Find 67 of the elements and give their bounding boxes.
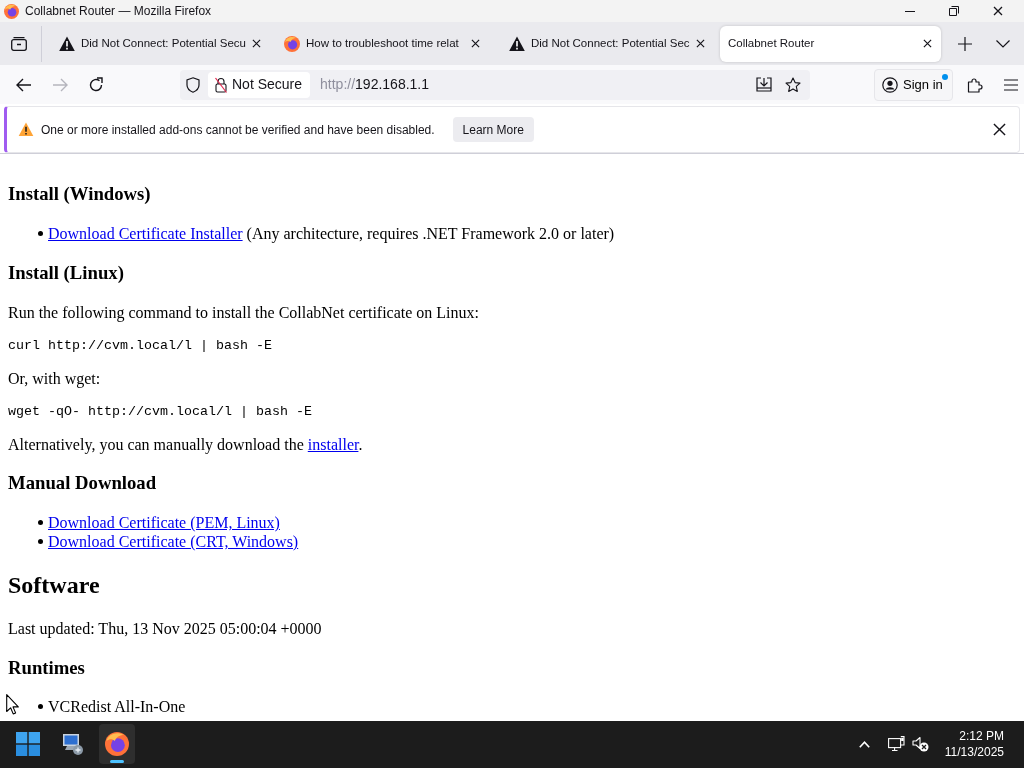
learn-more-button[interactable]: Learn More	[452, 117, 534, 143]
bullet-icon	[38, 704, 43, 710]
firefox-logo-icon	[284, 35, 300, 52]
restore-icon	[949, 6, 959, 16]
bullet-icon	[38, 231, 43, 237]
browser-tab[interactable]: Did Not Connect: Potential Secu	[49, 25, 264, 62]
download-link[interactable]: Download Certificate (CRT, Windows)	[48, 532, 299, 551]
notification-message: One or more installed add-ons cannot be verified and have been disabled.	[41, 121, 435, 139]
lock-slash-icon	[215, 76, 227, 93]
account-icon	[882, 76, 898, 93]
list-item-text: Download Certificate Installer (Any architecture, requires .NET Framework 2.0 or later)	[48, 224, 615, 244]
paragraph-text: Alternatively, you can manually download the installer.	[8, 434, 364, 454]
close-icon	[992, 123, 1006, 137]
chevron-up-icon	[859, 741, 871, 748]
section-heading: Manual Download	[8, 472, 158, 495]
address-bar[interactable]: Not Secure http://192.168.1.1	[180, 69, 810, 100]
network-monitor-icon	[888, 736, 906, 753]
firefox-logo-icon	[105, 732, 129, 757]
paragraph-text: Last updated: Thu, 13 Nov 2025 05:00:04 +0000	[8, 618, 323, 638]
close-icon	[922, 39, 932, 49]
minimize-icon	[905, 10, 915, 12]
chevron-down-icon	[996, 39, 1010, 48]
warning-icon	[509, 35, 525, 52]
close-icon	[252, 39, 262, 49]
mouse-pointer-icon	[6, 694, 19, 715]
paragraph-text: Or, with wget:	[8, 368, 102, 388]
active-indicator-icon	[110, 760, 124, 764]
clock-date: 11/13/2025	[944, 744, 1004, 761]
bullet-icon	[38, 539, 43, 544]
section-title: Software	[8, 570, 101, 599]
code-line: curl http://cvm.local/l | bash -E	[8, 337, 273, 353]
download-link[interactable]: Download Certificate Installer	[48, 225, 243, 243]
bullet-icon	[38, 520, 43, 525]
windows-logo-icon	[16, 732, 40, 757]
clock[interactable]: 2:12 PM 11/13/2025	[944, 728, 1004, 761]
star-icon	[785, 76, 801, 93]
shield-icon	[186, 76, 200, 93]
clock-time: 2:12 PM	[958, 728, 1004, 745]
close-icon	[993, 6, 1003, 16]
close-icon	[470, 39, 480, 49]
firefox-logo-icon	[4, 3, 19, 19]
speaker-muted-icon	[912, 736, 930, 753]
warning-icon	[59, 35, 75, 52]
download-link[interactable]: Download Certificate (PEM, Linux)	[48, 513, 280, 532]
computer-network-icon	[61, 732, 85, 757]
download-icon	[756, 77, 772, 93]
section-heading: Install (Linux)	[8, 261, 125, 284]
paragraph-text: Run the following command to install the CollabNet certificate on Linux:	[8, 302, 480, 322]
close-icon	[696, 39, 706, 49]
warning-icon	[18, 122, 34, 138]
taskbar-app-button[interactable]	[99, 724, 135, 765]
not-secure-button[interactable]: Not Secure	[208, 71, 311, 98]
section-heading: Runtimes	[8, 656, 86, 679]
code-line: wget -qO- http://cvm.local/l | bash -E	[8, 403, 313, 419]
browser-tab[interactable]: Did Not Connect: Potential Sec	[499, 25, 714, 62]
installer-link[interactable]: installer	[307, 435, 359, 453]
sign-in-button[interactable]: Sign in	[874, 68, 953, 101]
browser-tab[interactable]: Collabnet Router	[720, 25, 941, 62]
plus-icon	[958, 36, 972, 51]
section-heading: Install (Windows)	[8, 183, 152, 206]
puzzle-piece-icon	[966, 76, 983, 93]
window-title: Collabnet Router — Mozilla Firefox	[25, 3, 212, 20]
browser-tab[interactable]: How to troubleshoot time relat	[274, 25, 489, 62]
menu-icon	[1003, 78, 1018, 91]
url-text: http://192.168.1.1	[320, 75, 430, 95]
list-item-text: VCRedist All-In-One	[48, 697, 186, 717]
tray-icon	[11, 36, 27, 51]
